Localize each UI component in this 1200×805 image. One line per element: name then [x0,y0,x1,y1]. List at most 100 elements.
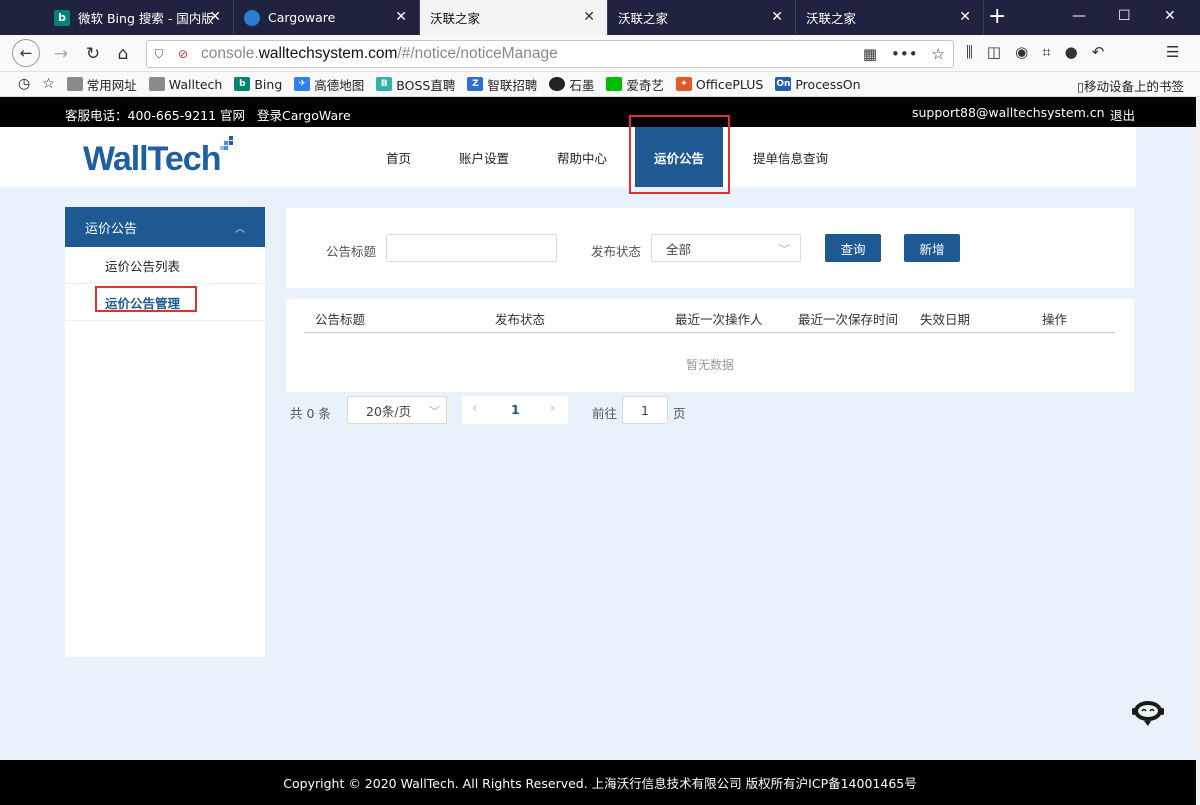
bookmark-item[interactable]: Walltech [148,76,223,92]
bookmark-star-icon[interactable]: ☆ [932,45,945,63]
logo-dots-icon [220,136,234,150]
notice-table: 公告标题 发布状态 最近一次操作人 最近一次保存时间 失效日期 操作 暂无数据 [286,299,1134,392]
current-page[interactable]: 1 [511,402,520,417]
column-header: 发布状态 [495,312,546,327]
history-clock-icon[interactable]: ◷ [18,76,30,92]
account-icon[interactable]: ◉ [1015,43,1028,61]
sidebar-item-notice-list[interactable]: 运价公告列表 [65,247,265,284]
insecure-lock-icon[interactable]: ⊘ [171,47,195,61]
close-icon[interactable]: ✕ [959,9,971,25]
maximize-icon[interactable]: ☐ [1118,8,1131,24]
bookmark-item[interactable]: B BOSS直聘 [376,75,455,94]
page-unit-label: 页 [673,406,686,421]
scrollbar-track[interactable] [1196,97,1200,805]
sidebar: 运价公告 ︿ 运价公告列表 运价公告管理 [65,207,265,657]
prev-page-icon[interactable]: ‹ [472,401,477,416]
column-header: 公告标题 [315,312,366,327]
notice-title-input[interactable] [386,234,557,262]
next-page-icon[interactable]: › [550,401,555,416]
tab-title: 微软 Bing 搜索 - 国内版 [78,11,214,26]
amap-icon: ✈ [294,77,311,91]
new-tab-plus-icon[interactable]: + [988,4,1006,29]
login-cargoware-link[interactable]: 登录CargoWare [257,105,351,124]
bookmark-item[interactable]: Z 智联招聘 [467,75,537,94]
bookmark-item[interactable]: ✈ 高德地图 [294,75,364,94]
menu-hamburger-icon[interactable]: ☰ [1166,43,1179,61]
close-icon[interactable]: ✕ [209,9,221,25]
screenshot-crop-icon[interactable]: ⌗ [1042,43,1050,61]
add-button[interactable]: 新增 [904,234,960,262]
page-size-select[interactable]: 20条/页 ﹀ [347,396,447,424]
shield-icon[interactable]: ⛉ [147,47,171,62]
address-bar[interactable]: ⛉ ⊘ console.walltechsystem.com/#/notice/… [146,40,954,68]
processon-icon: On [775,77,792,91]
nav-help-center[interactable]: 帮助中心 [557,127,607,187]
bing-icon: b [54,9,70,26]
bookmark-item[interactable]: 常用网址 [66,75,137,94]
filter-panel: 公告标题 发布状态 全部 ﹀ 查询 新增 [286,208,1134,288]
library-icon[interactable]: ⫼ [966,43,973,61]
cargoware-icon [244,9,260,26]
tab-title: 沃联之家 [618,11,669,26]
main-header: WallTech 首页 账户设置 帮助中心 运价公告 提单信息查询 [0,127,1136,187]
chat-icon[interactable]: ● [1065,43,1078,61]
mobile-bookmarks[interactable]: ▯移动设备上的书签 [1077,76,1184,95]
reload-icon[interactable]: ↻ [80,41,106,67]
bookmark-item[interactable]: 石墨 [549,75,594,94]
official-site-link[interactable]: 官网 [220,105,245,124]
qr-code-icon[interactable]: ▦ [863,45,877,63]
column-header: 操作 [1042,312,1068,327]
bookmark-label: Walltech [168,76,223,92]
browser-tab-walltech[interactable]: 沃联之家 ✕ [608,0,796,35]
url-domain: walltechsystem.com [258,45,398,62]
bookmark-item[interactable]: ✦ OfficePLUS [675,77,763,92]
bookmark-item[interactable]: b Bing [234,77,282,92]
bookmarks-bar: ◷ ☆ 常用网址 Walltech b Bing ✈ 高德地图 B BOSS直聘 Z智… [0,72,1200,97]
home-icon[interactable]: ⌂ [110,41,136,67]
nav-home[interactable]: 首页 [386,127,411,187]
undo-icon[interactable]: ↶ [1092,43,1105,61]
query-button[interactable]: 查询 [825,234,881,262]
minimize-icon[interactable]: — [1072,8,1086,24]
boss-icon: B [376,77,393,91]
forward-arrow-icon[interactable]: → [48,41,74,67]
url-text[interactable]: console.walltechsystem.com/#/notice/noti… [201,45,558,63]
logout-link[interactable]: 退出 [1110,105,1135,124]
sidebar-toggle-icon[interactable]: ◫ [987,43,1001,61]
zhilian-icon: Z [467,77,484,91]
bookmark-item[interactable]: On ProcessOn [775,77,861,92]
url-path: /#/notice/noticeManage [397,45,558,62]
tab-title: 沃联之家 [430,11,481,26]
bookmark-manage-icon[interactable]: ☆ [42,76,55,92]
chat-robot-icon[interactable] [1130,698,1166,728]
bookmark-label: Bing [254,76,283,92]
status-label: 发布状态 [591,244,642,259]
window-close-icon[interactable]: ✕ [1164,8,1176,24]
mobile-bookmarks-label: 移动设备上的书签 [1083,79,1184,94]
close-icon[interactable]: ✕ [583,9,595,25]
url-prefix: console. [201,45,259,62]
shimo-icon [549,77,566,91]
walltech-logo[interactable]: WallTech [83,136,234,179]
browser-tab-bing[interactable]: b 微软 Bing 搜索 - 国内版 ✕ [44,0,234,35]
close-icon[interactable]: ✕ [771,9,783,25]
back-arrow-icon[interactable]: ← [12,39,40,67]
bookmark-item[interactable]: 爱奇艺 [606,75,664,94]
nav-bl-query[interactable]: 提单信息查询 [753,127,828,187]
close-icon[interactable]: ✕ [395,9,407,25]
browser-tab-walltech[interactable]: 沃联之家 ✕ [796,0,984,35]
sidebar-group-freight-notice[interactable]: 运价公告 ︿ [65,207,265,247]
nav-account-settings[interactable]: 账户设置 [459,127,509,187]
browser-tab-bar: b 微软 Bing 搜索 - 国内版 ✕ Cargoware ✕ 沃联之家 ✕ … [0,0,1200,35]
browser-tab-cargoware[interactable]: Cargoware ✕ [234,0,420,35]
goto-page-input[interactable] [622,396,668,424]
browser-tab-walltech-active[interactable]: 沃联之家 ✕ [420,0,608,35]
bookmark-label: 常用网址 [86,77,137,93]
browser-nav-bar: ← → ↻ ⌂ ⛉ ⊘ console.walltechsystem.com/#… [0,35,1200,72]
folder-icon [66,77,83,91]
more-actions-icon[interactable]: ••• [891,45,918,63]
empty-state-text: 暂无数据 [685,358,734,372]
bookmark-label: 爱奇艺 [626,77,664,93]
status-selected-value: 全部 [666,241,692,257]
publish-status-select[interactable]: 全部 ﹀ [651,234,801,262]
